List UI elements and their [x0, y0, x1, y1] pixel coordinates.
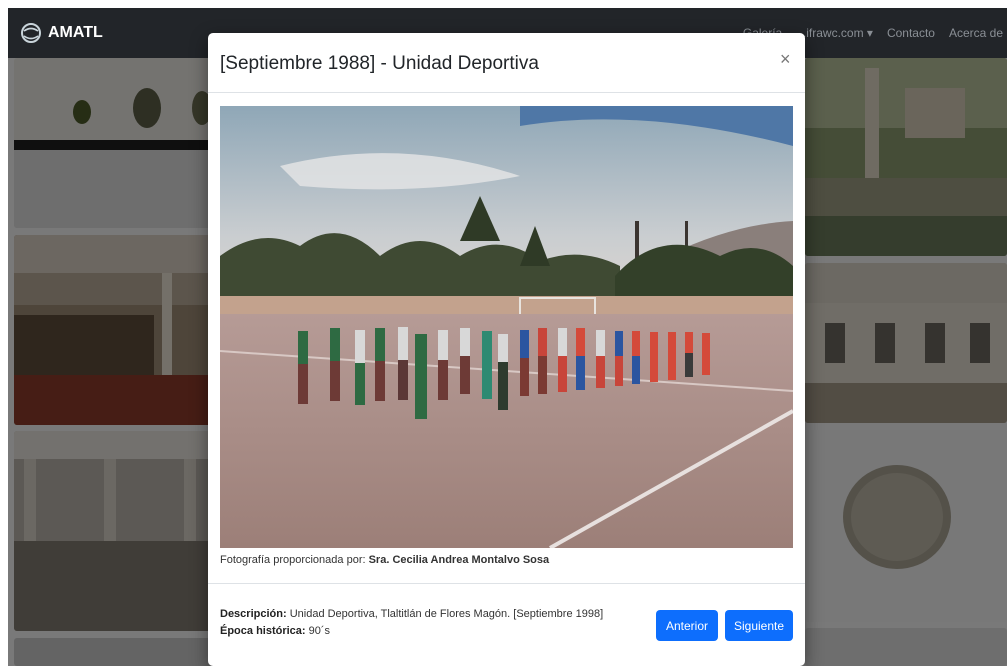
brand[interactable]: AMATL — [20, 22, 103, 44]
close-icon[interactable]: × — [780, 49, 791, 70]
photo-modal: [Septiembre 1988] - Unidad Deportiva × F… — [208, 33, 805, 666]
photo-credit: Fotografía proporcionada por: Sra. Cecil… — [220, 554, 549, 566]
photo-scene — [220, 106, 793, 548]
credit-prefix: Fotografía proporcionada por: — [220, 554, 369, 566]
nav-link-acerca[interactable]: Acerca de — [949, 26, 1003, 40]
photo-info: Descripción: Unidad Deportiva, Tlaltitlá… — [220, 606, 603, 640]
modal-title: [Septiembre 1988] - Unidad Deportiva — [220, 53, 539, 74]
brand-name: AMATL — [48, 24, 103, 41]
previous-button[interactable]: Anterior — [656, 610, 718, 641]
next-button[interactable]: Siguiente — [725, 610, 793, 641]
credit-name: Sra. Cecilia Andrea Montalvo Sosa — [368, 554, 550, 566]
globe-logo-icon — [21, 23, 41, 43]
nav-link-contacto[interactable]: Contacto — [887, 26, 935, 40]
epoch-label: Época histórica: — [220, 625, 306, 637]
epoch-value: 90´s — [305, 625, 331, 637]
description-value: Unidad Deportiva, Tlaltitlán de Flores M… — [286, 608, 604, 620]
description-line: Descripción: Unidad Deportiva, Tlaltitlá… — [220, 606, 603, 623]
nav-link-dropdown[interactable]: ...ifrawc.com ▾ — [796, 26, 873, 40]
modal-header: [Septiembre 1988] - Unidad Deportiva × — [208, 33, 805, 93]
modal-footer: Descripción: Unidad Deportiva, Tlaltitlá… — [208, 583, 805, 666]
page: AMATL Galería ...ifrawc.com ▾ Contacto A… — [0, 0, 1007, 666]
photograph-image — [220, 106, 793, 548]
description-label: Descripción: — [220, 608, 287, 620]
epoch-line: Época histórica: 90´s — [220, 623, 603, 640]
